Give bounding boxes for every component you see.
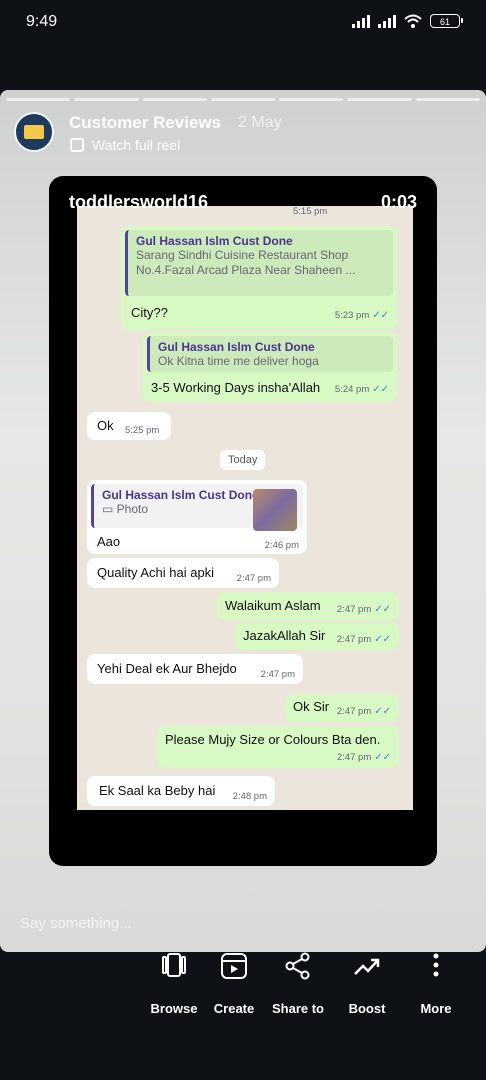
message-time: 2:47 pm — [260, 669, 295, 680]
message-text: City?? — [131, 305, 168, 320]
chat-message: Quality Achi hai apki 2:47 pm — [87, 558, 279, 588]
message-text: 3-5 Working Days insha'Allah — [151, 380, 321, 395]
create-label: Create — [213, 1001, 255, 1016]
story-progress — [6, 98, 480, 101]
create-icon — [221, 953, 247, 979]
status-bar: 9:49 61 — [0, 0, 486, 44]
message-time: 2:47 pm ✓✓ — [336, 604, 391, 615]
quote-name: Gul Hassan Islm Cust Done — [158, 340, 315, 354]
boost-button[interactable]: Boost — [340, 952, 394, 1016]
message-time: 2:47 pm — [236, 573, 271, 584]
browse-label: Browse — [150, 1001, 198, 1016]
message-text: Yehi Deal ek Aur Bhejdo — [97, 661, 237, 676]
chat-time: 5:15 pm — [293, 206, 328, 217]
message-text: Ek Saal ka Beby hai — [99, 783, 216, 798]
signal-icon — [352, 14, 370, 28]
message-time: 2:46 pm — [264, 540, 299, 551]
status-icons: 61 — [352, 14, 463, 28]
message-text: JazakAllah Sir — [243, 628, 326, 643]
more-label: More — [420, 1001, 452, 1016]
photo-thumbnail — [253, 489, 297, 531]
chat-screenshot: 5:15 pm Gul Hassan Islm Cust Done Sarang… — [77, 206, 413, 810]
message-text: Ok — [97, 418, 114, 433]
message-time: 2:48 pm — [232, 791, 267, 802]
chat-message: Gul Hassan Islm Cust Done Ok Kitna time … — [143, 332, 397, 402]
comment-input[interactable]: Say something... — [20, 915, 132, 932]
reel-link-label: Watch full reel — [92, 137, 181, 153]
message-time: 2:47 pm ✓✓ — [336, 752, 391, 763]
chat-message: Walaikum Aslam 2:47 pm ✓✓ — [217, 592, 399, 620]
message-text: Aao — [97, 534, 121, 549]
chat-message: Ok 5:25 pm — [87, 412, 171, 440]
more-icon — [433, 953, 439, 977]
chat-message: Ek Saal ka Beby hai 2:48 pm — [87, 776, 275, 806]
message-time: 2:47 pm ✓✓ — [336, 634, 391, 645]
chat-message: Gul Hassan Islm Cust Done Sarang Sindhi … — [121, 226, 397, 330]
envelope-icon — [24, 125, 44, 139]
create-button[interactable]: Create — [206, 952, 262, 1016]
story-viewer[interactable]: Customer Reviews 2 May Watch full reel 5… — [0, 90, 486, 952]
message-text: Walaikum Aslam — [225, 598, 321, 613]
message-text: Ok Sir — [293, 699, 330, 714]
status-time: 9:49 — [26, 13, 58, 30]
video-frame[interactable]: 5:15 pm Gul Hassan Islm Cust Done Sarang… — [49, 176, 437, 866]
reel-icon — [70, 138, 84, 152]
share-button[interactable]: Share to — [266, 952, 330, 1016]
avatar[interactable] — [14, 112, 54, 152]
battery-icon: 61 — [430, 14, 463, 28]
chat-message: Please Mujy Size or Colours Bta den. 2:4… — [157, 726, 399, 768]
message-time: 5:23 pm ✓✓ — [334, 310, 389, 321]
chat-message: Yehi Deal ek Aur Bhejdo 2:47 pm — [87, 654, 303, 684]
quoted-message: Gul Hassan Islm Cust Done Ok Kitna time … — [147, 336, 393, 372]
more-button[interactable]: More — [412, 952, 460, 1016]
wifi-icon — [404, 14, 422, 28]
signal-icon-2 — [378, 14, 396, 28]
boost-icon — [354, 958, 380, 975]
browse-icon — [162, 953, 186, 977]
chat-message: Gul Hassan Islm Cust Done ▭ Photo Aao 2:… — [87, 480, 307, 554]
watch-full-reel-link[interactable]: Watch full reel — [70, 137, 180, 153]
day-separator: Today — [220, 450, 266, 470]
browse-button[interactable]: Browse — [146, 952, 202, 1016]
story-title[interactable]: Customer Reviews — [69, 113, 221, 133]
message-time: 5:25 pm — [125, 425, 160, 436]
quoted-message: Gul Hassan Islm Cust Done ▭ Photo — [91, 484, 303, 531]
quoted-message: Gul Hassan Islm Cust Done Sarang Sindhi … — [125, 230, 393, 296]
chat-message: Ok Sir 2:47 pm ✓✓ — [285, 694, 399, 722]
quote-text: Ok Kitna time me deliver hoga — [158, 354, 319, 368]
message-time: 5:24 pm ✓✓ — [334, 384, 389, 395]
message-text: Please Mujy Size or Colours Bta den. — [165, 732, 381, 747]
story-actions-bar: Browse Create Share to Boost More — [0, 952, 486, 1080]
quote-name: Gul Hassan Islm Cust Done — [136, 234, 293, 248]
chat-message: JazakAllah Sir 2:47 pm ✓✓ — [235, 622, 399, 650]
story-date: 2 May — [238, 114, 282, 131]
video-username: toddlersworld16 — [69, 192, 209, 212]
message-text: Quality Achi hai apki — [97, 565, 215, 580]
share-label: Share to — [271, 1001, 324, 1016]
video-time: 0:03 — [380, 192, 417, 212]
share-icon — [285, 952, 310, 980]
photo-icon: ▭ — [102, 502, 117, 516]
boost-label: Boost — [348, 1001, 386, 1016]
message-time: 2:47 pm ✓✓ — [336, 706, 391, 717]
quote-text: Sarang Sindhi Cuisine Restaurant Shop No… — [136, 248, 356, 277]
